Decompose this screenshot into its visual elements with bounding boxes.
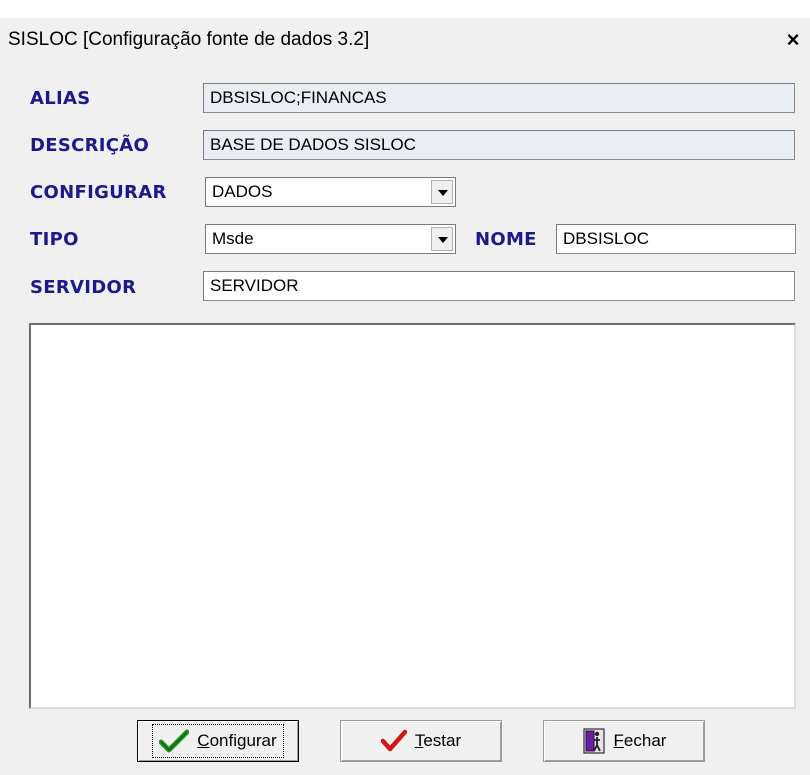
fechar-button[interactable]: Fechar [543,720,705,762]
configurar-label: CONFIGURAR [30,182,167,203]
configurar-select-value: DADOS [212,182,273,201]
fechar-button-label: Fechar [613,731,667,750]
configurar-button[interactable]: Configurar [137,720,299,762]
configurar-select[interactable]: DADOS [205,177,456,207]
nome-field[interactable]: DBSISLOC [556,224,796,254]
red-check-icon [380,729,407,753]
testar-button[interactable]: Testar [340,720,502,762]
descricao-label: DESCRIÇÃO [30,135,150,156]
servidor-label: SERVIDOR [30,277,137,298]
descricao-field[interactable]: BASE DE DADOS SISLOC [203,130,795,160]
door-exit-icon [582,727,606,755]
output-memo[interactable] [29,323,796,709]
green-check-icon [159,729,190,753]
close-button[interactable]: × [781,28,805,52]
alias-label: ALIAS [30,88,91,109]
tipo-label: TIPO [30,229,79,250]
alias-field[interactable]: DBSISLOC;FINANCAS [203,83,795,113]
close-icon: × [786,27,800,52]
nome-label: NOME [475,229,537,250]
chevron-down-icon[interactable] [431,180,453,204]
config-dialog: SISLOC [Configuração fonte de dados 3.2]… [0,18,810,775]
chevron-down-icon[interactable] [431,227,453,251]
configurar-button-label: Configurar [197,731,277,750]
window-title: SISLOC [Configuração fonte de dados 3.2] [8,29,370,50]
servidor-field[interactable]: SERVIDOR [203,271,795,301]
testar-button-label: Testar [414,731,462,750]
tipo-select[interactable]: Msde [205,224,456,254]
tipo-select-value: Msde [212,229,254,248]
title-bar: SISLOC [Configuração fonte de dados 3.2]… [0,18,810,62]
